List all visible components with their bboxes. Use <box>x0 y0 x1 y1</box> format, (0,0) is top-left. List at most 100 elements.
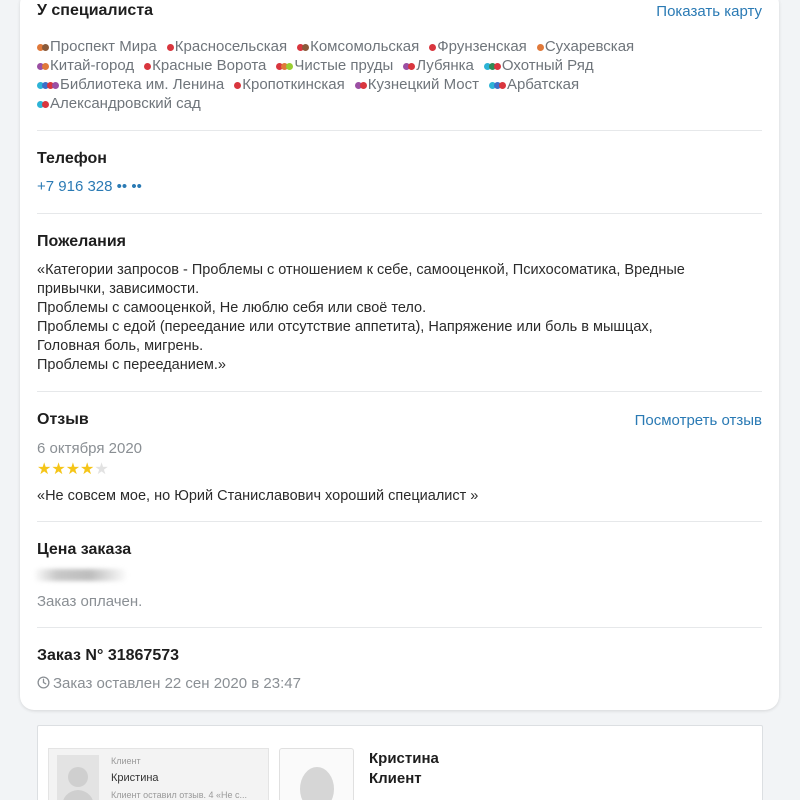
metro-line-icon <box>403 57 416 76</box>
wishes-title: Пожелания <box>37 233 126 250</box>
metro-station-name: Кузнецкий Мост <box>367 76 479 93</box>
metro-line-icon <box>276 57 294 76</box>
divider <box>37 391 762 392</box>
metro-line-icon <box>37 38 49 57</box>
client-name: Кристина <box>369 750 439 767</box>
metro-row: Библиотека им. Ленина Кропоткинская Кузнец… <box>37 75 767 94</box>
view-review-link[interactable]: Посмотреть отзыв <box>635 412 762 429</box>
metro-station-name: Кропоткинская <box>242 76 345 93</box>
wishes-line: «Категории запросов - Проблемы с отношен… <box>37 262 685 278</box>
client-thumbnail[interactable]: Клиент Кристина Клиент оставил отзыв. 4 … <box>48 748 269 800</box>
order-number: Заказ N° 31867573 <box>37 647 180 664</box>
metro-station-name: Красносельская <box>174 38 288 55</box>
metro-station: Кропоткинская <box>234 75 345 95</box>
metro-station: Красные Ворота <box>144 56 266 76</box>
review-rating: ★★★★★ <box>37 461 109 479</box>
metro-line-icon <box>488 76 506 95</box>
star-filled-icon: ★ <box>80 461 95 478</box>
divider <box>37 627 762 628</box>
star-filled-icon: ★ <box>51 461 66 478</box>
metro-station: Охотный Ряд <box>483 56 594 76</box>
metro-station-name: Проспект Мира <box>50 38 157 55</box>
wishes-section: Пожелания «Категории запросов - Проблемы… <box>37 233 762 375</box>
metro-station-name: Чистые пруды <box>294 57 394 74</box>
order-section: Заказ N° 31867573 Заказ оставлен 22 сен … <box>37 647 762 693</box>
thumb-name: Кристина <box>111 772 159 784</box>
metro-station-name: Библиотека им. Ленина <box>60 76 225 93</box>
metro-line-icon <box>354 76 367 95</box>
metro-station: Красносельская <box>166 37 288 57</box>
divider <box>37 521 762 522</box>
metro-station-name: Сухаревская <box>544 38 635 55</box>
metro-row: Проспект Мира Красносельская Комсомольская… <box>37 37 767 56</box>
client-card: Клиент Кристина Клиент оставил отзыв. 4 … <box>37 725 763 800</box>
blurred-price <box>33 569 128 581</box>
star-empty-icon: ★ <box>94 461 109 478</box>
metro-line-icon <box>429 38 437 57</box>
clock-icon <box>37 676 50 693</box>
avatar <box>57 755 99 800</box>
price-section: Цена заказа Заказ оплачен. <box>33 541 762 611</box>
payment-status: Заказ оплачен. <box>37 593 143 610</box>
metro-station: Лубянка <box>403 56 474 76</box>
star-filled-icon: ★ <box>37 461 52 478</box>
wishes-line: Проблемы с едой (переедание или отсутств… <box>37 319 653 335</box>
metro-line-icon <box>37 95 49 114</box>
metro-station-name: Комсомольская <box>310 38 420 55</box>
wishes-line: привычки, зависимости. <box>37 281 200 297</box>
specialist-title: У специалиста <box>37 2 154 19</box>
metro-station: Проспект Мира <box>37 37 157 57</box>
metro-station-name: Китай-город <box>50 57 135 74</box>
phone-section: Телефон +7 916 328 •• •• <box>37 150 762 195</box>
metro-station: Китай-город <box>37 56 134 76</box>
divider <box>37 213 762 214</box>
price-title: Цена заказа <box>37 541 132 558</box>
metro-station-list: Проспект Мира Красносельская Комсомольская… <box>37 37 767 113</box>
metro-row: Китай-город Красные Ворота Чистые пруды Луб… <box>37 56 767 75</box>
metro-station: Библиотека им. Ленина <box>37 75 224 95</box>
star-filled-icon: ★ <box>65 461 81 478</box>
review-section: Отзыв Посмотреть отзыв 6 октября 2020 ★★… <box>37 411 762 511</box>
metro-station-name: Александровский сад <box>50 95 201 112</box>
metro-station: Фрунзенская <box>429 37 527 57</box>
metro-station: Арбатская <box>488 75 580 95</box>
metro-line-icon <box>297 38 310 57</box>
divider <box>37 130 762 131</box>
metro-station-name: Фрунзенская <box>437 38 527 55</box>
specialist-header: У специалиста Показать карту <box>37 2 762 24</box>
metro-line-icon <box>144 57 152 76</box>
metro-line-icon <box>37 76 59 95</box>
metro-line-icon <box>166 38 174 57</box>
metro-line-icon <box>483 57 501 76</box>
metro-station: Чистые пруды <box>276 56 393 76</box>
metro-row: Александровский сад <box>37 94 767 113</box>
metro-station-name: Красные Ворота <box>152 57 267 74</box>
order-card: У специалиста Показать карту Проспект Ми… <box>20 0 779 710</box>
wishes-line: Головная боль, мигрень. <box>37 338 204 354</box>
thumb-snippet: Клиент оставил отзыв. 4 «Не с... <box>111 790 248 800</box>
review-text: «Не совсем мое, но Юрий Станиславович хо… <box>37 488 479 504</box>
thumb-role: Клиент <box>111 756 141 766</box>
wishes-text: «Категории запросов - Проблемы с отношен… <box>37 261 762 375</box>
wishes-line: Проблемы с самооценкой, Не люблю себя ил… <box>37 300 427 316</box>
metro-line-icon <box>536 38 544 57</box>
metro-station-name: Арбатская <box>506 76 580 93</box>
review-title: Отзыв <box>37 411 89 428</box>
show-map-link[interactable]: Показать карту <box>656 3 762 20</box>
avatar <box>279 748 354 800</box>
wishes-line: Проблемы с перееданием.» <box>37 357 226 373</box>
order-created-row: Заказ оставлен 22 сен 2020 в 23:47 <box>37 675 762 693</box>
metro-line-icon <box>37 57 49 76</box>
metro-station-name: Лубянка <box>416 57 474 74</box>
phone-title: Телефон <box>37 150 107 167</box>
client-role: Клиент <box>369 770 422 787</box>
review-date: 6 октября 2020 <box>37 440 142 457</box>
order-created-text: Заказ оставлен 22 сен 2020 в 23:47 <box>53 675 301 692</box>
metro-station: Комсомольская <box>297 37 419 57</box>
phone-link[interactable]: +7 916 328 •• •• <box>37 178 762 195</box>
metro-station: Александровский сад <box>37 94 201 114</box>
metro-station: Кузнецкий Мост <box>354 75 479 95</box>
metro-station-name: Охотный Ряд <box>501 57 594 74</box>
metro-line-icon <box>234 76 242 95</box>
metro-station: Сухаревская <box>536 37 635 57</box>
